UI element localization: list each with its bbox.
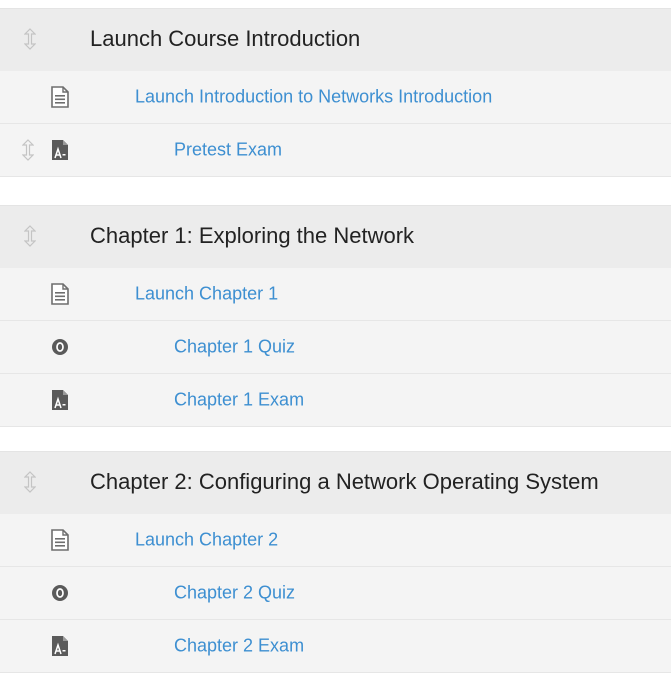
- drag-handle-icon[interactable]: [24, 225, 36, 247]
- item-link-chapter-2-quiz[interactable]: Chapter 2 Quiz: [174, 583, 295, 604]
- quiz-icon: [52, 585, 68, 601]
- item-link-chapter-1-quiz[interactable]: Chapter 1 Quiz: [174, 337, 295, 358]
- document-icon: [51, 283, 69, 305]
- module-item: Pretest Exam: [0, 124, 671, 177]
- drag-handle-icon[interactable]: [22, 139, 34, 161]
- item-link-chapter-2-exam[interactable]: Chapter 2 Exam: [174, 636, 304, 657]
- module-header: Launch Course Introduction: [0, 8, 671, 71]
- module-header: Chapter 1: Exploring the Network: [0, 205, 671, 268]
- module-item: Chapter 1 Exam: [0, 374, 671, 427]
- quiz-icon: [52, 339, 68, 355]
- document-icon: [51, 86, 69, 108]
- item-link-pretest-exam[interactable]: Pretest Exam: [174, 140, 282, 161]
- assessment-icon: [52, 140, 68, 160]
- module-chapter-2: Chapter 2: Configuring a Network Operati…: [0, 451, 671, 673]
- module-header: Chapter 2: Configuring a Network Operati…: [0, 451, 671, 514]
- item-link-launch-introduction[interactable]: Launch Introduction to Networks Introduc…: [135, 87, 492, 108]
- drag-handle-icon[interactable]: [24, 28, 36, 50]
- item-link-chapter-1-exam[interactable]: Chapter 1 Exam: [174, 390, 304, 411]
- module-item: Chapter 2 Exam: [0, 620, 671, 673]
- assessment-icon: [52, 636, 68, 656]
- module-title: Launch Course Introduction: [90, 26, 361, 51]
- item-link-launch-chapter-2[interactable]: Launch Chapter 2: [135, 530, 278, 551]
- module-title: Chapter 2: Configuring a Network Operati…: [90, 469, 599, 494]
- module-item: Chapter 1 Quiz: [0, 321, 671, 374]
- module-item: Launch Chapter 1: [0, 268, 671, 321]
- module-item: Launch Chapter 2: [0, 514, 671, 567]
- module-course-introduction: Launch Course Introduction Launch Introd…: [0, 8, 671, 177]
- module-item: Launch Introduction to Networks Introduc…: [0, 71, 671, 124]
- module-chapter-1: Chapter 1: Exploring the Network Launch …: [0, 205, 671, 427]
- module-item: Chapter 2 Quiz: [0, 567, 671, 620]
- drag-handle-icon[interactable]: [24, 471, 36, 493]
- item-link-launch-chapter-1[interactable]: Launch Chapter 1: [135, 284, 278, 305]
- module-title: Chapter 1: Exploring the Network: [90, 223, 415, 248]
- document-icon: [51, 529, 69, 551]
- assessment-icon: [52, 390, 68, 410]
